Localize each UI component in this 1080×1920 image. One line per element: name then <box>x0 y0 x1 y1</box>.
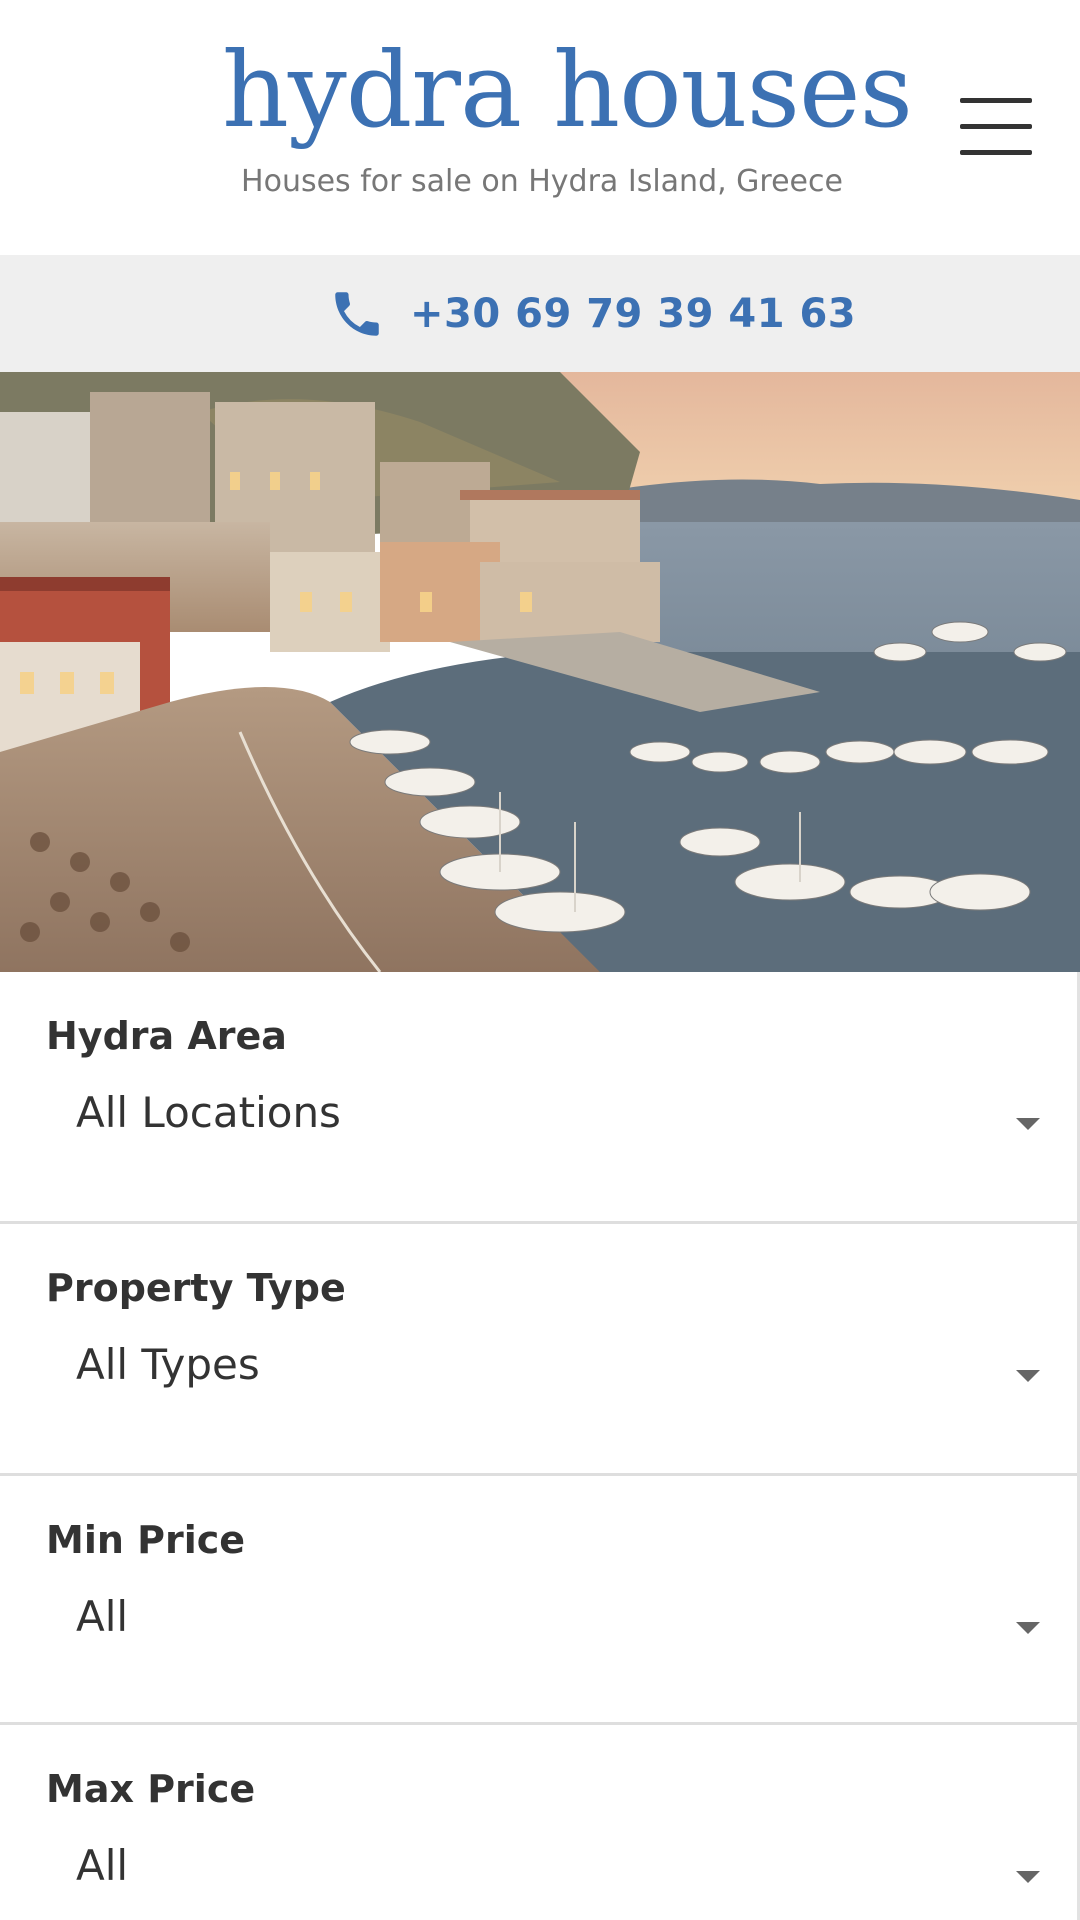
phone-link[interactable]: +30 69 79 39 41 63 <box>328 283 856 345</box>
page: hydra houses Houses for sale on Hydra Is… <box>0 0 1080 1920</box>
chevron-down-icon <box>1016 1118 1040 1130</box>
filter-max-price: Max Price All <box>0 1725 1077 1920</box>
hamburger-menu-icon[interactable] <box>956 96 1036 162</box>
filter-label: Max Price <box>46 1767 256 1811</box>
harbor-illustration <box>0 372 1080 972</box>
menu-bar <box>960 98 1032 103</box>
filter-label: Property Type <box>46 1266 346 1310</box>
filter-property-type: Property Type All Types <box>0 1224 1077 1476</box>
site-logo[interactable]: hydra houses <box>222 30 913 150</box>
menu-bar <box>960 124 1032 129</box>
min-price-select[interactable]: All <box>46 1586 1046 1656</box>
select-value: All <box>76 1841 129 1890</box>
property-type-select[interactable]: All Types <box>46 1334 1046 1404</box>
site-header: hydra houses Houses for sale on Hydra Is… <box>0 0 1080 255</box>
property-search-form: Hydra Area All Locations Property Type A… <box>0 972 1080 1920</box>
phone-number: +30 69 79 39 41 63 <box>410 291 857 337</box>
chevron-down-icon <box>1016 1871 1040 1883</box>
contact-bar: +30 69 79 39 41 63 <box>0 255 1080 372</box>
chevron-down-icon <box>1016 1370 1040 1382</box>
filter-label: Hydra Area <box>46 1014 287 1058</box>
hydra-area-select[interactable]: All Locations <box>46 1082 1046 1152</box>
filter-label: Min Price <box>46 1518 246 1562</box>
phone-icon <box>335 292 379 336</box>
select-value: All Types <box>76 1340 260 1389</box>
select-value: All <box>76 1592 129 1641</box>
chevron-down-icon <box>1016 1622 1040 1634</box>
hero-harbor-image <box>0 372 1080 972</box>
filter-hydra-area: Hydra Area All Locations <box>0 972 1077 1224</box>
site-tagline: Houses for sale on Hydra Island, Greece <box>241 164 843 199</box>
filter-min-price: Min Price All <box>0 1476 1077 1725</box>
select-value: All Locations <box>76 1088 341 1137</box>
menu-bar <box>960 150 1032 155</box>
max-price-select[interactable]: All <box>46 1835 1046 1905</box>
